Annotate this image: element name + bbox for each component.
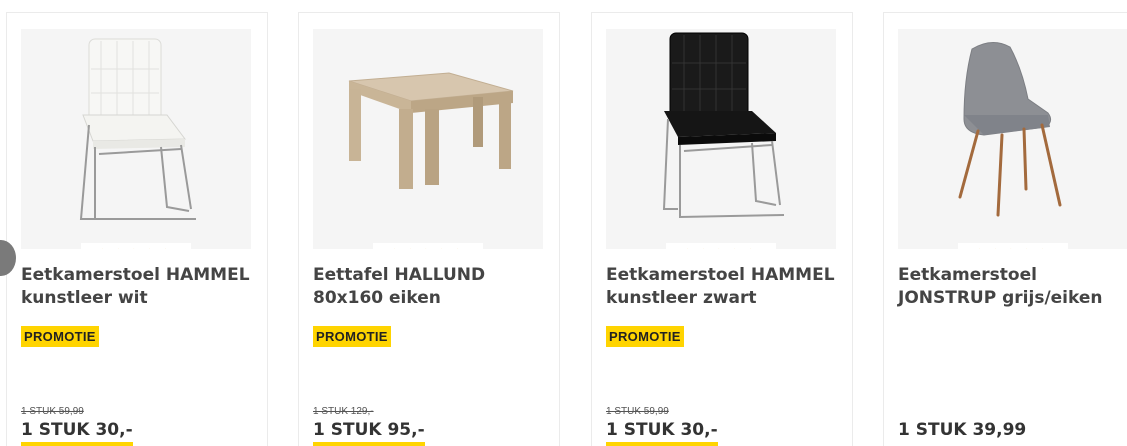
price: 1 STUK 30,- xyxy=(21,420,133,446)
price: 1 STUK 30,- xyxy=(606,420,718,446)
old-price: 1 STUK 59,99 xyxy=(606,406,669,417)
product-title[interactable]: Eettafel HALLUND 80x160 eiken xyxy=(313,264,553,310)
grey-chair-image[interactable]: ★★★★★ xyxy=(898,29,1127,249)
old-price: 1 STUK 59,99 xyxy=(21,406,84,417)
rating-stars: ★★★★★ xyxy=(958,243,1068,249)
rating-stars: ★★★★★ xyxy=(666,243,776,249)
rating-stars: ★★★★★ xyxy=(373,243,483,249)
product-card[interactable]: ★★★★★ Eetkamerstoel HAMMEL kunstleer wit… xyxy=(6,12,268,446)
rating-stars: ★★★★★ xyxy=(81,243,191,249)
product-card[interactable]: ★★★★★ Eetkamerstoel JONSTRUP grijs/eiken… xyxy=(883,12,1127,446)
product-title[interactable]: Eetkamerstoel HAMMEL kunstleer wit xyxy=(21,264,261,310)
price: 1 STUK 39,99 xyxy=(898,420,1027,440)
promo-badge: PROMOTIE xyxy=(21,326,99,347)
product-carousel: ★★★★★ Eetkamerstoel HAMMEL kunstleer wit… xyxy=(0,0,1127,446)
old-price: 1 STUK 129,- xyxy=(313,406,374,417)
product-card[interactable]: ★★★★★ Eetkamerstoel HAMMEL kunstleer zwa… xyxy=(591,12,853,446)
product-title[interactable]: Eetkamerstoel HAMMEL kunstleer zwart xyxy=(606,264,846,310)
black-chair-image[interactable]: ★★★★★ xyxy=(606,29,836,249)
table-image[interactable]: ★★★★★ xyxy=(313,29,543,249)
promo-badge: PROMOTIE xyxy=(313,326,391,347)
white-chair-image[interactable]: ★★★★★ xyxy=(21,29,251,249)
product-card[interactable]: ★★★★★ Eettafel HALLUND 80x160 eiken PROM… xyxy=(298,12,560,446)
product-title[interactable]: Eetkamerstoel JONSTRUP grijs/eiken xyxy=(898,264,1127,310)
promo-badge: PROMOTIE xyxy=(606,326,684,347)
price: 1 STUK 95,- xyxy=(313,420,425,446)
